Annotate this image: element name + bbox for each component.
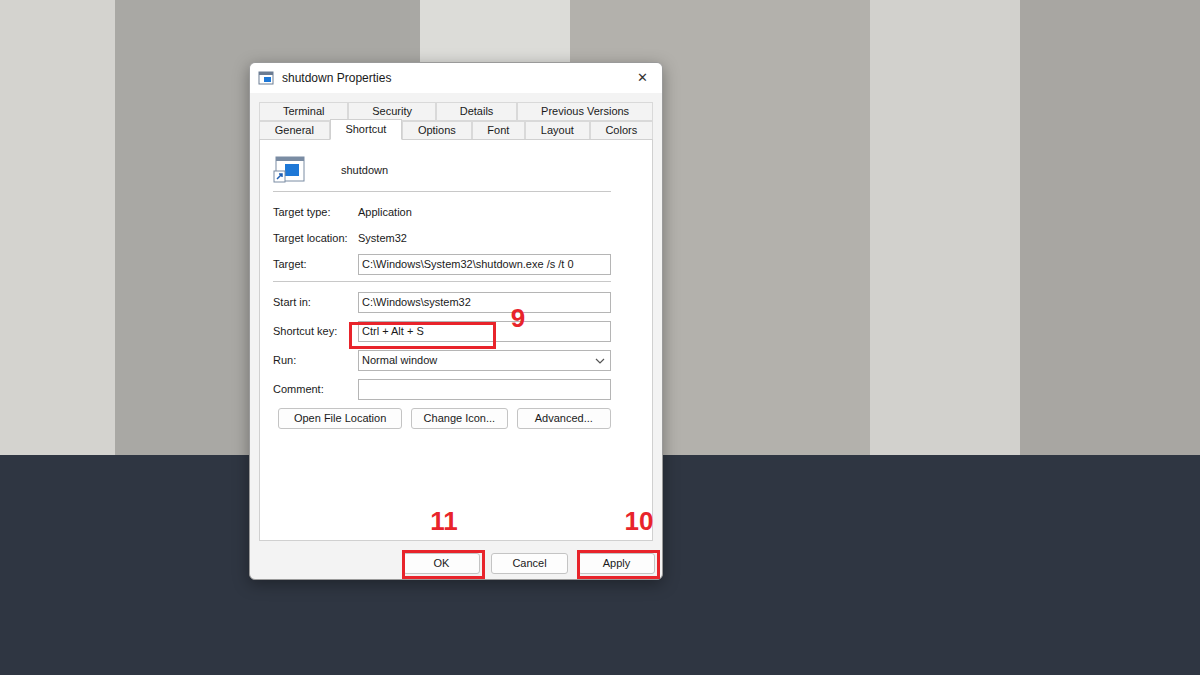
tab-label: Font bbox=[487, 122, 509, 139]
annotation-number: 10 bbox=[619, 507, 659, 535]
tab[interactable]: Options bbox=[402, 121, 471, 140]
field-label: Target location: bbox=[273, 230, 358, 247]
field-row: Shortcut key:Ctrl + Alt + S bbox=[273, 321, 611, 342]
tab[interactable]: Details bbox=[436, 102, 517, 121]
field-row: Target location:System32 bbox=[273, 228, 611, 249]
tab[interactable]: General bbox=[259, 121, 330, 140]
tab-label: Colors bbox=[605, 122, 637, 139]
annotation-box bbox=[402, 550, 485, 579]
button-label: Open File Location bbox=[294, 410, 386, 427]
tab-label: Layout bbox=[541, 122, 574, 139]
window-icon bbox=[258, 70, 274, 86]
annotation-box bbox=[577, 550, 660, 579]
close-button[interactable]: ✕ bbox=[630, 68, 654, 88]
annotation-number: 9 bbox=[498, 304, 538, 332]
tab-row: General Shortcut Options Font Layout Colors bbox=[259, 121, 653, 140]
tab[interactable]: Layout bbox=[525, 121, 590, 140]
field-label: Shortcut key: bbox=[273, 323, 358, 340]
field-row: Start in:C:\Windows\system32 bbox=[273, 292, 611, 313]
button-label: Change Icon... bbox=[424, 410, 496, 427]
button-label: Advanced... bbox=[535, 410, 593, 427]
field-value: C:\Windows\system32 bbox=[362, 294, 607, 311]
tab-label: Shortcut bbox=[345, 121, 386, 138]
tab-label: Previous Versions bbox=[541, 103, 629, 120]
button-label: OK bbox=[434, 555, 450, 572]
field-value: Ctrl + Alt + S bbox=[362, 323, 607, 340]
text-field[interactable]: C:\Windows\System32\shutdown.exe /s /t 0 bbox=[358, 254, 611, 275]
button-label: Cancel bbox=[512, 555, 546, 572]
tab[interactable]: Shortcut bbox=[330, 119, 402, 140]
action-button[interactable]: Open File Location bbox=[278, 408, 402, 429]
text-field[interactable]: C:\Windows\system32 bbox=[358, 292, 611, 313]
separator bbox=[273, 281, 611, 282]
properties-dialog: shutdown Properties✕ Terminal Security Deta… bbox=[249, 62, 663, 580]
dialog-button[interactable]: Cancel bbox=[491, 553, 568, 574]
annotation-box bbox=[349, 322, 496, 349]
action-buttons: Open File Location Change Icon... Advanced… bbox=[273, 408, 611, 429]
separator bbox=[273, 191, 611, 192]
shortcut-name: shutdown bbox=[341, 162, 388, 179]
tab-strip: Terminal Security Details Previous Versions… bbox=[250, 93, 662, 140]
dialog-button[interactable]: Apply bbox=[578, 553, 655, 574]
shortcut-icon bbox=[273, 156, 305, 184]
dialog-buttons: OK Cancel Apply bbox=[250, 553, 662, 574]
field-label: Run: bbox=[273, 352, 358, 369]
tab[interactable]: Previous Versions bbox=[517, 102, 653, 121]
tab-label: Security bbox=[372, 103, 412, 120]
field-row: Target type:Application bbox=[273, 202, 611, 223]
field-row: Comment: bbox=[273, 379, 611, 400]
tab-label: Details bbox=[460, 103, 494, 120]
button-label: Apply bbox=[603, 555, 631, 572]
tab[interactable]: Colors bbox=[590, 121, 653, 140]
chevron-down-icon bbox=[595, 358, 605, 364]
annotation-number: 11 bbox=[424, 507, 464, 535]
shortcut-panel: shutdownTarget type:ApplicationTarget lo… bbox=[259, 139, 653, 541]
action-button[interactable]: Change Icon... bbox=[411, 408, 507, 429]
field-value: Application bbox=[358, 204, 412, 221]
title-bar: shutdown Properties✕ bbox=[250, 63, 662, 93]
field-row: Run:Normal window bbox=[273, 350, 611, 371]
field-label: Comment: bbox=[273, 381, 358, 398]
tab-label: General bbox=[275, 122, 314, 139]
field-row: Target:C:\Windows\System32\shutdown.exe … bbox=[273, 254, 611, 275]
field-label: Start in: bbox=[273, 294, 358, 311]
field-label: Target type: bbox=[273, 204, 358, 221]
tab-row: Terminal Security Details Previous Versions bbox=[259, 102, 653, 121]
field-label: Target: bbox=[273, 256, 358, 273]
run-dropdown[interactable]: Normal window bbox=[358, 350, 611, 371]
text-field[interactable]: Ctrl + Alt + S bbox=[358, 321, 611, 342]
shortcut-header: shutdown bbox=[273, 155, 611, 185]
tab-label: Options bbox=[418, 122, 456, 139]
field-value: System32 bbox=[358, 230, 407, 247]
tab-label: Terminal bbox=[283, 103, 325, 120]
field-value: C:\Windows\System32\shutdown.exe /s /t 0 bbox=[362, 256, 607, 273]
field-value: Normal window bbox=[362, 352, 595, 369]
tab[interactable]: Font bbox=[472, 121, 526, 140]
text-field[interactable] bbox=[358, 379, 611, 400]
window-title: shutdown Properties bbox=[282, 69, 630, 87]
action-button[interactable]: Advanced... bbox=[517, 408, 611, 429]
dialog-button[interactable]: OK bbox=[403, 553, 480, 574]
